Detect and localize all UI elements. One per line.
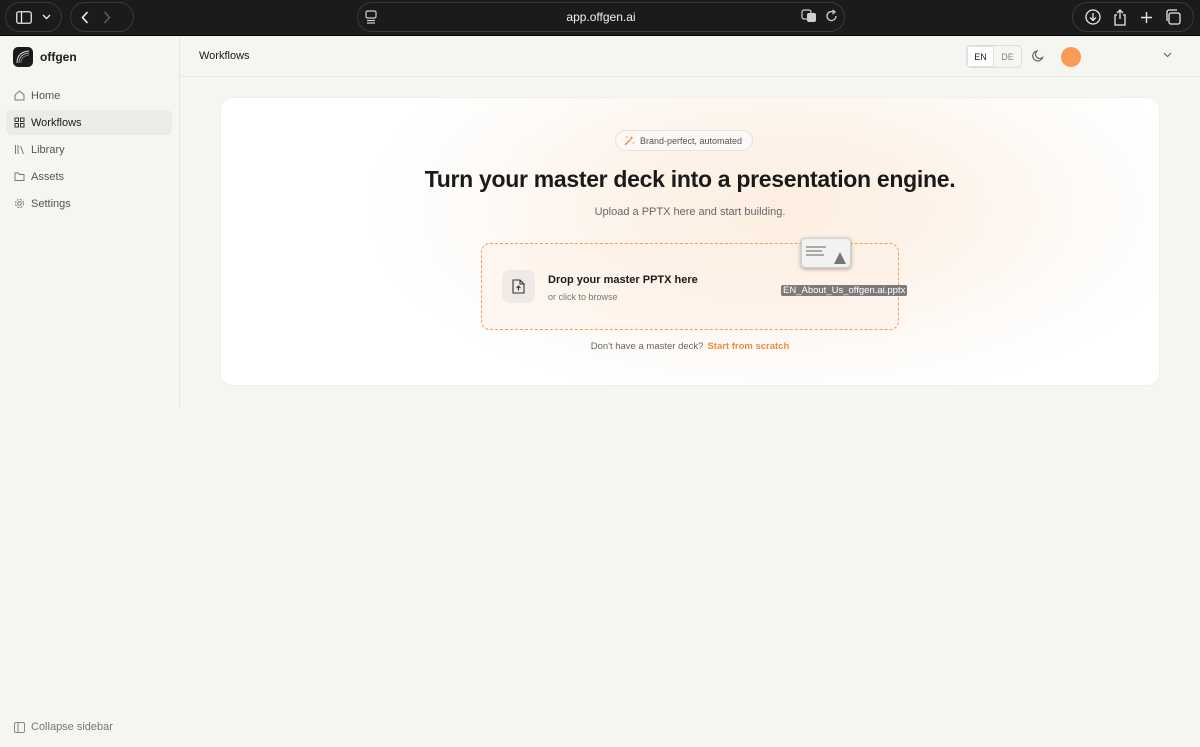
dragged-file-name-text: EN_About_Us_offgen.ai.pptx	[781, 285, 908, 296]
top-header: Workflows EN DE	[180, 36, 1200, 77]
browser-actions	[1072, 2, 1194, 32]
chevron-down-icon[interactable]	[42, 14, 51, 20]
new-tab-icon[interactable]	[1140, 11, 1153, 24]
hero-headline: Turn your master deck into a presentatio…	[424, 166, 956, 192]
sidebar-item-label: Settings	[31, 197, 71, 210]
collapse-sidebar-icon	[14, 721, 25, 733]
dragged-file-thumbnail[interactable]	[801, 238, 851, 268]
history-nav-group	[70, 2, 134, 32]
dropzone-subtitle: or click to browse	[548, 292, 618, 302]
brand[interactable]: offgen	[13, 47, 77, 67]
folder-icon	[14, 172, 25, 181]
forward-icon[interactable]	[103, 10, 111, 24]
sidebar-item-label: Library	[31, 143, 65, 156]
hero-subtitle: Upload a PPTX here and start building.	[594, 206, 786, 218]
scratch-prompt-text: Don't have a master deck?	[590, 341, 704, 352]
brand-logo	[13, 47, 33, 67]
sidebar-item-home[interactable]: Home	[6, 83, 172, 108]
scratch-prompt: Don't have a master deck? Start from scra…	[221, 341, 1159, 352]
upload-icon-box	[502, 270, 535, 303]
sidebar-item-assets[interactable]: Assets	[6, 164, 172, 189]
sidebar-item-library[interactable]: Library	[6, 137, 172, 162]
sidebar-item-workflows[interactable]: Workflows	[6, 110, 172, 135]
language-en[interactable]: EN	[967, 46, 994, 67]
sidebar: offgen Home Workflows Library Assets Set…	[0, 36, 180, 747]
language-switcher: EN DE	[966, 45, 1022, 68]
url-text[interactable]: app.offgen.ai	[566, 10, 635, 24]
page-menu-icon[interactable]	[365, 10, 377, 24]
collapse-sidebar-button[interactable]: Collapse sidebar	[14, 721, 113, 733]
sidebar-toggle-group[interactable]	[5, 2, 62, 32]
feature-badge-label: Brand-perfect, automated	[640, 135, 743, 146]
start-from-scratch-link[interactable]: Start from scratch	[707, 341, 789, 352]
avatar[interactable]	[1061, 47, 1081, 67]
reload-icon[interactable]	[825, 9, 838, 23]
feature-badge: Brand-perfect, automated	[615, 130, 754, 151]
language-de[interactable]: DE	[994, 46, 1021, 67]
dropzone-title: Drop your master PPTX here	[548, 274, 698, 286]
file-upload-icon	[512, 279, 525, 294]
sidebar-item-label: Home	[31, 89, 61, 102]
gear-icon	[15, 199, 24, 208]
sidebar-toggle-icon[interactable]	[16, 10, 32, 24]
brand-name: offgen	[40, 50, 77, 64]
home-icon	[14, 90, 25, 101]
sidebar-divider	[179, 36, 180, 408]
tab-overview-icon[interactable]	[1165, 9, 1181, 25]
upload-card: Brand-perfect, automated Turn your maste…	[221, 98, 1159, 385]
dragged-file-name: EN_About_Us_offgen.ai.pptx	[781, 284, 908, 297]
back-icon[interactable]	[81, 10, 89, 24]
sidebar-item-label: Assets	[31, 170, 65, 183]
translate-icon[interactable]	[801, 9, 817, 23]
sparkle-wand-icon	[624, 135, 635, 146]
sidebar-item-settings[interactable]: Settings	[6, 191, 172, 216]
moon-icon[interactable]	[1032, 49, 1045, 62]
sidebar-nav: Home Workflows Library Assets Settings	[6, 83, 172, 218]
download-icon[interactable]	[1085, 9, 1101, 25]
share-icon[interactable]	[1113, 8, 1127, 26]
grid-icon	[14, 117, 25, 128]
library-icon	[15, 145, 24, 155]
sidebar-item-label: Workflows	[31, 116, 82, 129]
address-bar[interactable]: app.offgen.ai	[357, 2, 845, 32]
page-title: Workflows	[199, 50, 250, 62]
chevron-down-icon[interactable]	[1163, 52, 1172, 58]
browser-toolbar: app.offgen.ai	[0, 0, 1200, 36]
collapse-sidebar-label: Collapse sidebar	[31, 721, 113, 733]
